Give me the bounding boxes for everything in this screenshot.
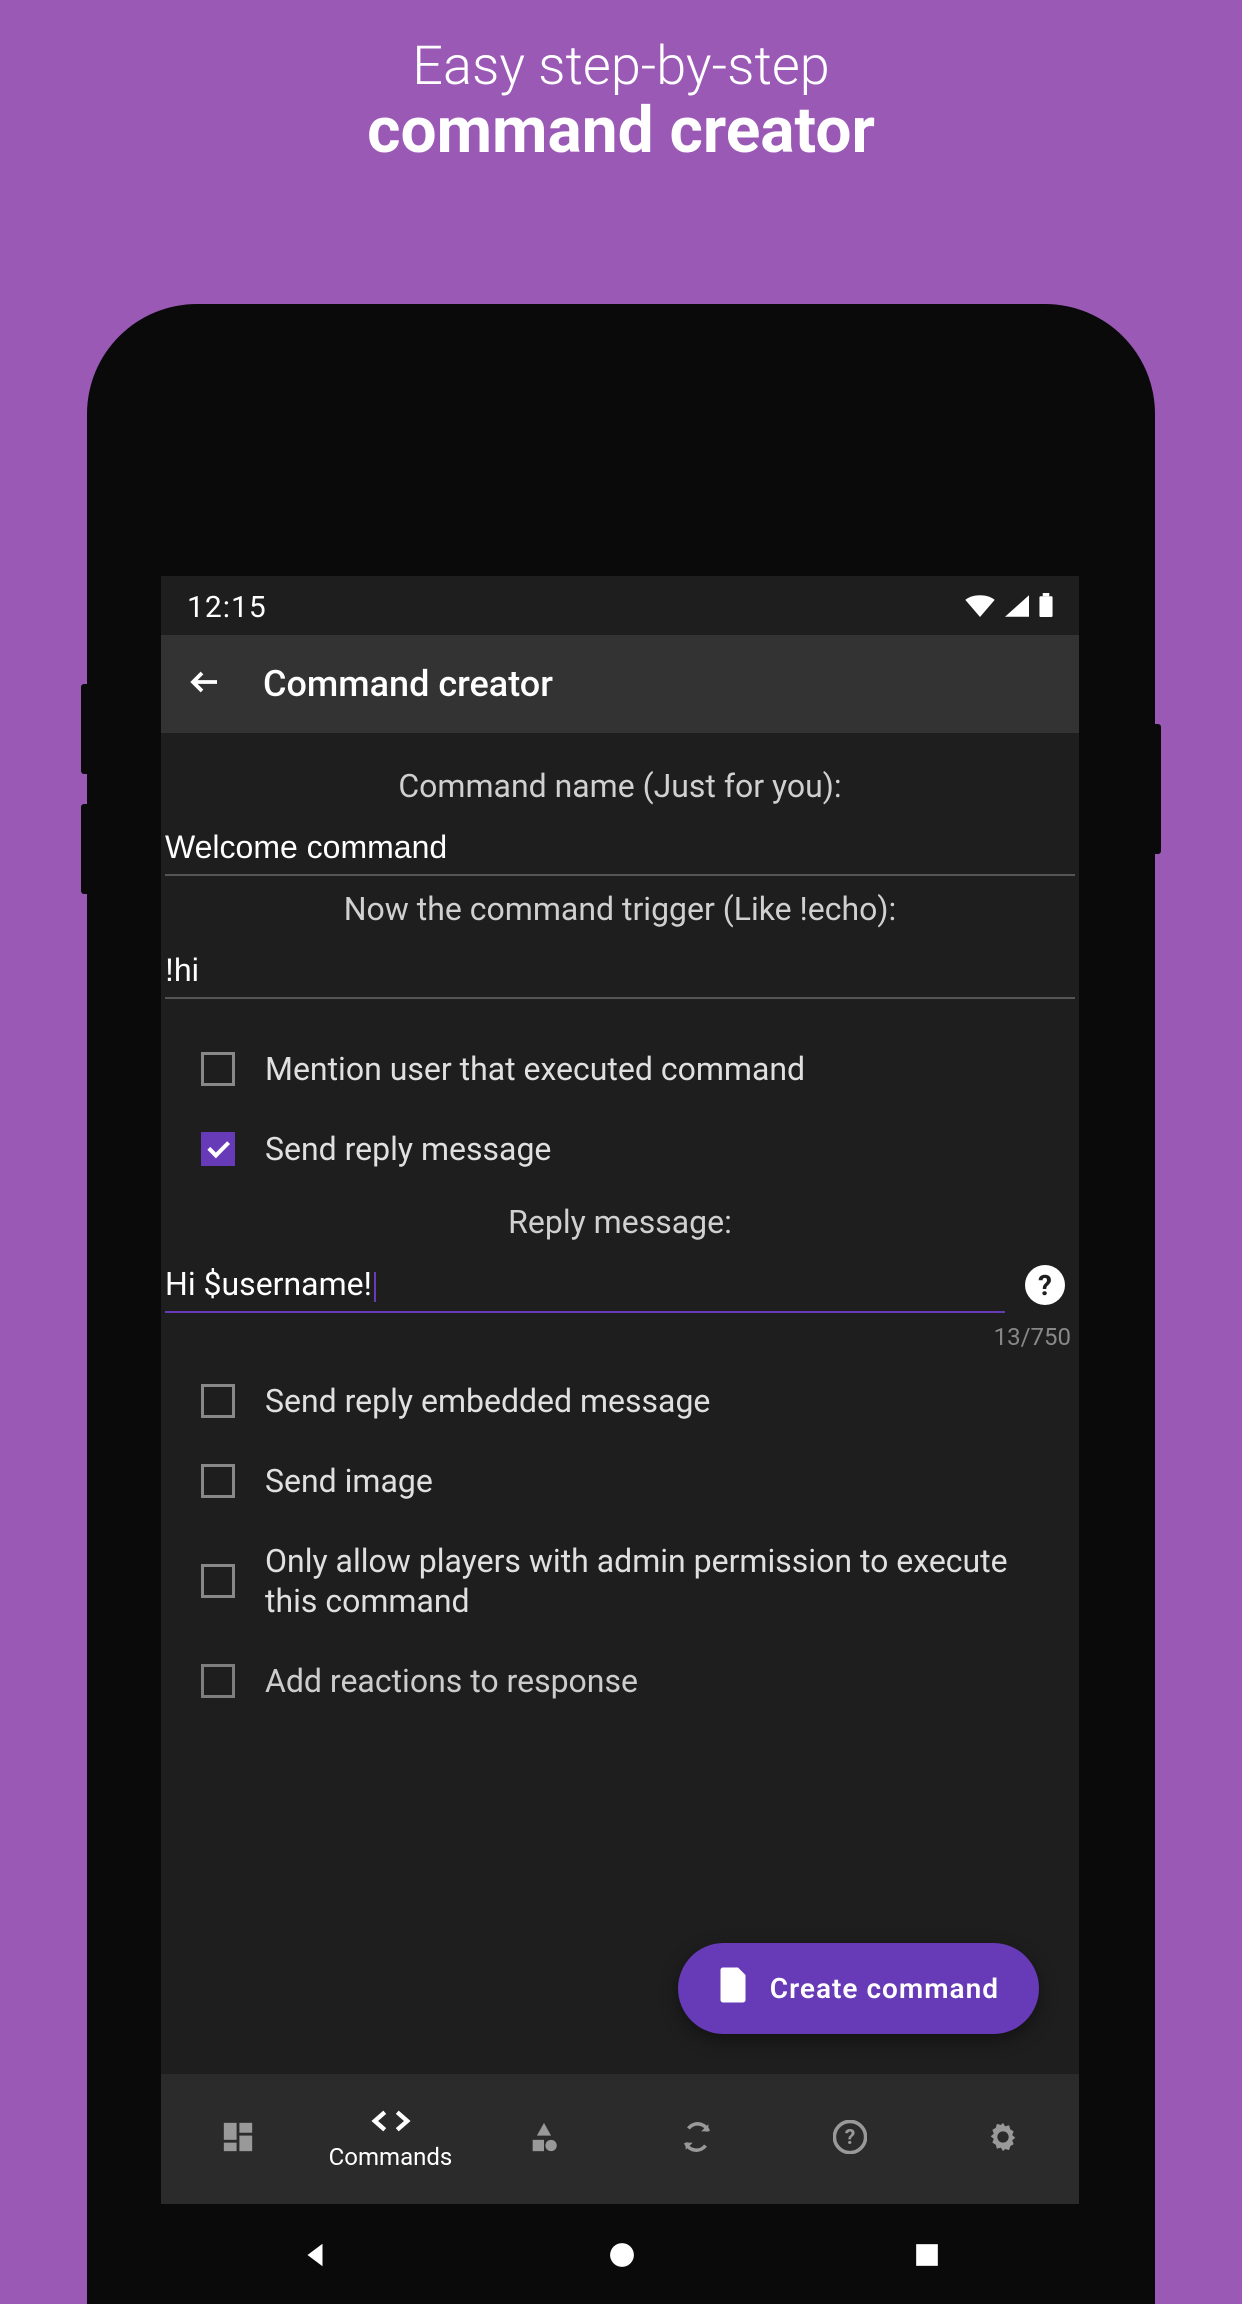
nav-dashboard[interactable] [161, 2120, 314, 2158]
command-trigger-label: Now the command trigger (Like !echo): [161, 876, 1079, 944]
svg-text:?: ? [844, 2125, 855, 2150]
battery-icon [1039, 590, 1053, 625]
promo-line1: Easy step-by-step [0, 35, 1242, 98]
checkbox-label: Only allow players with admin permission… [265, 1541, 1039, 1621]
checkbox-admin-only[interactable]: Only allow players with admin permission… [161, 1521, 1079, 1641]
checkbox-icon [201, 1564, 235, 1598]
help-icon[interactable]: ? [1025, 1265, 1065, 1305]
shapes-icon [527, 2120, 561, 2158]
gear-icon [986, 2120, 1020, 2158]
checkbox-label: Send image [265, 1461, 433, 1501]
dashboard-icon [221, 2120, 255, 2158]
char-count: 13/750 [165, 1313, 1075, 1361]
checkbox-label: Send reply message [265, 1129, 551, 1169]
back-arrow-icon[interactable] [187, 664, 223, 704]
checkbox-label: Add reactions to response [265, 1661, 638, 1701]
reply-message-value: Hi $username! [165, 1265, 372, 1303]
nav-label: Commands [329, 2143, 453, 2171]
text-caret [374, 1272, 376, 1302]
fab-label: Create command [770, 1972, 999, 2005]
wifi-icon [965, 590, 995, 625]
command-name-label: Command name (Just for you): [161, 753, 1079, 821]
android-back-button[interactable] [300, 2240, 330, 2274]
checkbox-checked-icon [201, 1132, 235, 1166]
document-icon [718, 1967, 748, 2010]
nav-modules[interactable] [467, 2120, 620, 2158]
command-trigger-input[interactable] [165, 944, 1075, 999]
android-recents-button[interactable] [914, 2242, 940, 2272]
checkbox-label: Mention user that executed command [265, 1049, 805, 1089]
command-name-input[interactable] [165, 821, 1075, 876]
app-bar-title: Command creator [263, 663, 553, 705]
promo-header: Easy step-by-step command creator [0, 0, 1242, 193]
checkbox-icon [201, 1384, 235, 1418]
checkbox-mention-user[interactable]: Mention user that executed command [161, 1029, 1079, 1109]
checkbox-add-reactions[interactable]: Add reactions to response [161, 1641, 1079, 1721]
checkbox-icon [201, 1052, 235, 1086]
form-content: Command name (Just for you): Now the com… [161, 733, 1079, 1741]
app-bar: Command creator [161, 635, 1079, 733]
checkbox-send-embed[interactable]: Send reply embedded message [161, 1361, 1079, 1441]
signal-icon [1005, 590, 1029, 625]
code-icon [371, 2107, 411, 2139]
android-nav-bar [161, 2209, 1079, 2304]
android-home-button[interactable] [609, 2242, 635, 2272]
promo-line2: command creator [0, 93, 1242, 168]
checkbox-icon [201, 1664, 235, 1698]
status-icons [965, 590, 1053, 625]
create-command-button[interactable]: Create command [678, 1943, 1039, 2034]
phone-frame: 12:15 Command creator Command name (Just [87, 304, 1155, 2304]
sync-icon [680, 2120, 714, 2158]
checkbox-icon [201, 1464, 235, 1498]
nav-sync[interactable] [620, 2120, 773, 2158]
nav-settings[interactable] [926, 2120, 1079, 2158]
bottom-nav: Commands ? [161, 2074, 1079, 2204]
nav-commands[interactable]: Commands [314, 2107, 467, 2171]
status-time: 12:15 [187, 590, 267, 625]
help-circle-icon: ? [833, 2120, 867, 2158]
status-bar: 12:15 [161, 576, 1079, 635]
checkbox-send-reply[interactable]: Send reply message [161, 1109, 1079, 1189]
phone-screen: 12:15 Command creator Command name (Just [161, 576, 1079, 2204]
nav-help[interactable]: ? [773, 2120, 926, 2158]
reply-message-label: Reply message: [161, 1189, 1079, 1257]
checkbox-label: Send reply embedded message [265, 1381, 710, 1421]
reply-message-input[interactable]: Hi $username! [165, 1257, 1005, 1313]
checkbox-send-image[interactable]: Send image [161, 1441, 1079, 1521]
